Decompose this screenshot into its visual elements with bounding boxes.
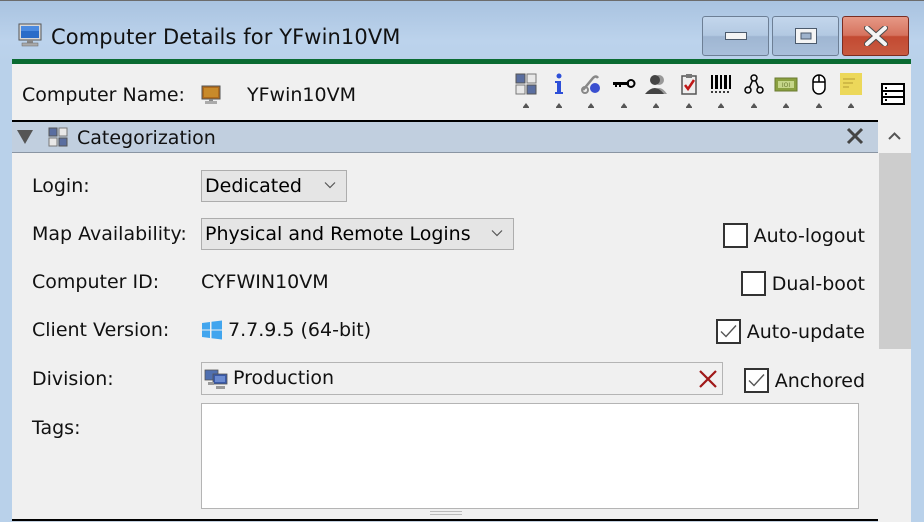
division-value: Production <box>233 367 335 389</box>
toolbar-button-mouse[interactable] <box>803 70 836 114</box>
checkmark-icon <box>748 374 765 387</box>
collapse-triangle-icon[interactable] <box>17 130 33 144</box>
division-label: Division: <box>32 368 114 390</box>
window-frame: Computer Details for YFwin10VM Computer … <box>0 0 924 522</box>
map-availability-dropdown[interactable]: Physical and Remote Logins <box>201 218 514 250</box>
close-section-icon[interactable] <box>846 127 864 145</box>
close-icon <box>863 26 888 46</box>
client-version-label: Client Version: <box>32 319 170 341</box>
computer-name-label: Computer Name: <box>22 84 185 106</box>
map-availability-label: Map Availability: <box>32 223 187 245</box>
computer-name-value: YFwin10VM <box>247 84 356 106</box>
clear-division-icon[interactable] <box>697 368 719 390</box>
hardware-icon: IOI <box>774 77 798 92</box>
dual-boot-label: Dual-boot <box>771 272 865 295</box>
title-bar[interactable]: Computer Details for YFwin10VM <box>0 1 924 59</box>
scroll-up-button[interactable] <box>878 120 911 153</box>
toolbar-button-network[interactable] <box>738 70 771 114</box>
toolbar-button-barcode[interactable] <box>705 70 738 114</box>
auto-update-checkbox[interactable]: Auto-update <box>715 319 865 344</box>
close-button[interactable] <box>842 16 909 56</box>
toolbar-button-user[interactable] <box>640 70 673 114</box>
chevron-up-icon <box>888 132 901 140</box>
minimize-icon <box>724 32 747 40</box>
client-version-value: 7.7.9.5 (64-bit) <box>228 319 372 341</box>
computer-name-row: Computer Name: YFwin10VM IOI <box>12 64 911 120</box>
categorization-icon <box>515 73 537 95</box>
dual-boot-checkbox[interactable]: Dual-boot <box>740 271 865 296</box>
anchored-checkbox-box[interactable] <box>743 368 769 393</box>
toolbar-button-checklist[interactable] <box>673 70 706 114</box>
window-title: Computer Details for YFwin10VM <box>51 25 401 49</box>
toolbar-button-info[interactable] <box>543 70 576 114</box>
svg-text:IOI: IOI <box>782 82 790 89</box>
vertical-scrollbar[interactable] <box>878 120 911 522</box>
checkmark-icon <box>720 325 737 338</box>
dual-boot-checkbox-box[interactable] <box>740 271 766 296</box>
section-title: Categorization <box>77 127 216 149</box>
tags-label: Tags: <box>32 417 81 439</box>
security-icon <box>581 75 600 94</box>
login-dropdown[interactable]: Dedicated <box>201 170 347 202</box>
maximize-icon <box>794 28 817 44</box>
toolbar-button-hardware[interactable]: IOI <box>770 70 803 114</box>
scrollbar-thumb[interactable] <box>879 153 911 349</box>
list-menu-icon[interactable] <box>881 83 905 105</box>
windows-logo-icon <box>202 320 222 340</box>
anchored-checkbox[interactable]: Anchored <box>743 368 865 393</box>
toolbar: IOI <box>510 70 868 114</box>
tags-input[interactable] <box>201 403 859 509</box>
auto-logout-label: Auto-logout <box>753 224 865 247</box>
auto-update-checkbox-box[interactable] <box>715 319 741 344</box>
anchored-label: Anchored <box>774 369 865 392</box>
info-icon <box>554 73 563 94</box>
computer-id-label: Computer ID: <box>32 271 160 293</box>
network-icon <box>743 74 764 94</box>
resize-grip[interactable] <box>430 511 462 515</box>
computer-status-icon <box>201 85 221 104</box>
toolbar-button-notes[interactable] <box>835 70 868 114</box>
client-area: Computer Name: YFwin10VM IOI Categorizat… <box>12 64 911 522</box>
login-label: Login: <box>32 175 90 197</box>
chevron-down-icon <box>324 182 336 189</box>
mouse-icon <box>811 74 826 95</box>
section-header-categorization[interactable]: Categorization <box>12 120 878 153</box>
maximize-button[interactable] <box>772 16 839 56</box>
toolbar-button-categorization[interactable] <box>510 70 543 114</box>
division-field[interactable]: Production <box>201 362 723 395</box>
toolbar-button-key[interactable] <box>608 70 641 114</box>
barcode-icon <box>711 75 731 93</box>
chevron-down-icon <box>491 230 503 237</box>
notes-icon <box>840 73 862 95</box>
checklist-icon <box>680 74 697 95</box>
map-availability-dropdown-value: Physical and Remote Logins <box>205 223 471 245</box>
computer-icon <box>18 23 42 47</box>
user-icon <box>645 75 667 94</box>
toolbar-button-security[interactable] <box>575 70 608 114</box>
auto-update-label: Auto-update <box>746 320 865 343</box>
computer-id-value: CYFWIN10VM <box>201 271 329 293</box>
division-icon <box>204 369 228 389</box>
categorization-icon <box>48 127 68 147</box>
login-dropdown-value: Dedicated <box>205 175 302 197</box>
minimize-button[interactable] <box>702 16 769 56</box>
auto-logout-checkbox-box[interactable] <box>722 223 748 248</box>
auto-logout-checkbox[interactable]: Auto-logout <box>722 223 865 248</box>
key-icon <box>612 79 635 88</box>
